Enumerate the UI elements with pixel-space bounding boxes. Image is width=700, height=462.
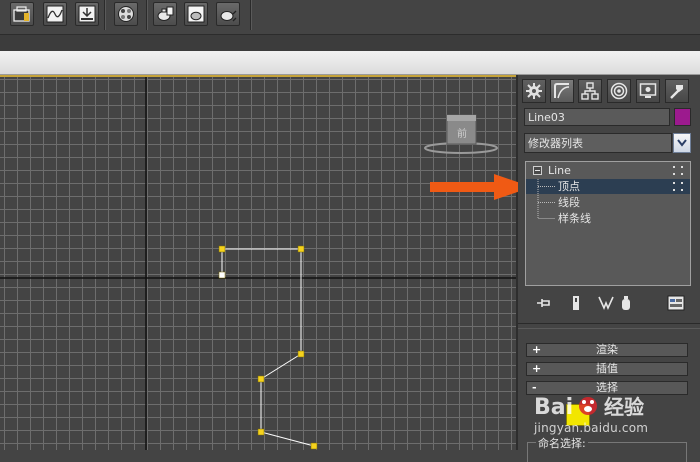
baidu-jingyan-watermark: Bai 经验 jingyan.baidu.com <box>532 392 697 440</box>
stack-item-segment[interactable]: 线段 <box>526 195 690 210</box>
display-icon <box>639 83 657 98</box>
toolbar-strip <box>0 34 700 51</box>
rollout-sign: + <box>532 343 542 356</box>
render-teapot-icon <box>220 10 237 22</box>
material-editor-button[interactable] <box>114 2 138 26</box>
viewport-canvas[interactable]: 前 <box>0 75 516 450</box>
pin-stack-icon[interactable] <box>534 293 554 313</box>
hammer-icon <box>670 85 683 99</box>
curve-editor-button[interactable] <box>43 2 67 26</box>
stack-subobject-label: 线段 <box>558 196 580 209</box>
rollout-label: 插值 <box>596 362 618 375</box>
stack-tools-row <box>524 293 694 313</box>
rollout-interpolation[interactable]: + 插值 <box>526 362 688 376</box>
render-setup-button[interactable] <box>153 2 177 26</box>
display-tab[interactable] <box>636 79 660 103</box>
svg-text:经验: 经验 <box>604 395 644 419</box>
rendered-frame-teapot-icon <box>187 5 205 23</box>
toolbar-group-material <box>104 0 147 30</box>
make-unique-icon[interactable] <box>596 293 616 313</box>
baidu-logo: Bai 经验 <box>534 395 644 420</box>
modifier-list-dropdown[interactable]: 修改器列表 <box>524 133 672 153</box>
svg-text:Bai: Bai <box>534 395 573 420</box>
tree-branch-end-icon <box>537 211 555 219</box>
create-icon <box>526 83 542 99</box>
stack-item-spline[interactable]: 样条线 <box>526 211 690 226</box>
render-production-button[interactable] <box>216 2 240 26</box>
scene-explorer-icon <box>13 6 30 22</box>
stack-item-vertex[interactable]: 顶点 <box>526 179 690 194</box>
hierarchy-icon <box>581 82 599 100</box>
spline-vertex[interactable] <box>310 442 318 450</box>
motion-icon <box>610 82 628 100</box>
watermark-url: jingyan.baidu.com <box>534 421 649 435</box>
dope-sheet-icon <box>78 5 96 23</box>
toolbar-group-scene <box>0 0 105 30</box>
chevron-down-icon <box>677 139 687 147</box>
object-name-field[interactable]: Line03 <box>524 108 670 126</box>
object-color-swatch[interactable] <box>674 108 691 126</box>
scene-explorer-button[interactable] <box>10 2 34 26</box>
viewcube-icon[interactable]: 前 <box>424 114 498 154</box>
modify-tab[interactable] <box>550 79 574 103</box>
line03-spline[interactable] <box>218 245 318 450</box>
create-tab[interactable] <box>522 79 546 103</box>
show-end-result-icon <box>673 166 683 175</box>
stack-subobject-label: 样条线 <box>558 212 591 225</box>
motion-tab[interactable] <box>607 79 631 103</box>
spline-vertex[interactable] <box>218 271 226 279</box>
toolbar-group-render <box>146 0 251 30</box>
stack-subobject-label: 顶点 <box>558 180 580 193</box>
rollout-label: 渲染 <box>596 343 618 356</box>
spline-vertex[interactable] <box>297 245 305 253</box>
stack-root-label: Line <box>548 164 571 177</box>
render-setup-teapot-icon <box>157 6 174 21</box>
collapse-minus-icon[interactable] <box>533 166 542 175</box>
named-selection-group: 命名选择: <box>527 435 687 462</box>
spline-vertex[interactable] <box>257 428 265 436</box>
vertex-dots-icon <box>673 182 683 191</box>
material-editor-icon <box>118 6 134 22</box>
dope-sheet-button[interactable] <box>75 2 99 26</box>
main-toolbar <box>0 0 700 34</box>
svg-text:前: 前 <box>457 127 467 140</box>
tree-branch-icon <box>537 179 555 194</box>
rollout-sign: + <box>532 362 542 375</box>
curve-editor-icon <box>46 5 64 23</box>
show-end-result-toggle-icon[interactable] <box>566 293 586 313</box>
ribbon-bar <box>0 51 700 75</box>
rollout-rendering[interactable]: + 渲染 <box>526 343 688 357</box>
rendered-frame-button[interactable] <box>184 2 208 26</box>
modify-icon <box>554 83 570 99</box>
tree-branch-icon <box>537 195 555 210</box>
spline-vertex[interactable] <box>218 245 226 253</box>
perspective-viewport[interactable]: 前 <box>0 75 518 450</box>
spline-vertex[interactable] <box>297 350 305 358</box>
panel-divider <box>518 323 700 329</box>
configure-modifier-sets-icon[interactable] <box>666 293 686 313</box>
hierarchy-tab[interactable] <box>578 79 602 103</box>
remove-modifier-icon[interactable] <box>616 293 636 313</box>
modifier-stack: Line 顶点 线段 样条线 <box>525 161 691 286</box>
utilities-tab[interactable] <box>665 79 689 103</box>
active-viewport-border <box>0 75 516 77</box>
modifier-list-arrow-button[interactable] <box>673 133 691 153</box>
spline-vertex[interactable] <box>257 375 265 383</box>
stack-item-line[interactable]: Line <box>526 163 690 178</box>
